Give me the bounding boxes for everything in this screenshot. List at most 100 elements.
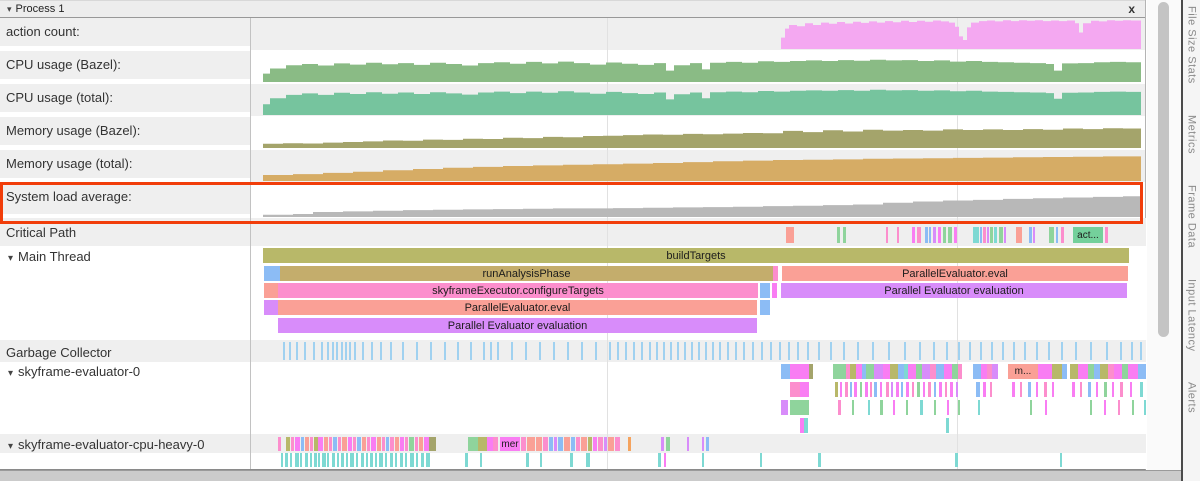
gc-event-tick[interactable]: [581, 342, 583, 360]
flame-bar[interactable]: [350, 453, 354, 467]
flame-bar[interactable]: [706, 437, 709, 451]
flame-bar[interactable]: [385, 453, 387, 467]
gc-event-tick[interactable]: [345, 342, 347, 360]
flame-bar[interactable]: [543, 437, 548, 451]
flame-bar[interactable]: [1096, 382, 1098, 397]
gc-event-tick[interactable]: [705, 342, 707, 360]
gc-event-tick[interactable]: [633, 342, 635, 360]
flame-bar[interactable]: [295, 437, 300, 451]
gc-event-tick[interactable]: [511, 342, 513, 360]
flame-bar[interactable]: [917, 227, 921, 243]
flame-bar[interactable]: [1072, 382, 1075, 397]
track-chart-cpu-total[interactable]: [251, 84, 1145, 116]
flame-bar[interactable]: [870, 382, 872, 397]
flame-bar[interactable]: [361, 453, 364, 467]
flame-bar[interactable]: [478, 437, 487, 451]
gc-event-tick[interactable]: [609, 342, 611, 360]
flame-bar[interactable]: [576, 437, 580, 451]
flame-bar[interactable]: [978, 400, 980, 415]
flame-bar[interactable]: [295, 453, 299, 467]
flame-bar[interactable]: [493, 437, 498, 451]
collapse-triangle-icon[interactable]: ▾: [8, 368, 13, 379]
flame-bar[interactable]: [264, 283, 278, 298]
flame-bar[interactable]: [835, 382, 838, 397]
gc-event-tick[interactable]: [872, 342, 874, 360]
flame-bar[interactable]: [890, 364, 898, 379]
counter-chart-cpu-bazel[interactable]: [251, 52, 1145, 82]
gc-event-tick[interactable]: [567, 342, 569, 360]
gc-event-tick[interactable]: [807, 342, 809, 360]
vertical-scrollbar-track[interactable]: [1147, 0, 1181, 470]
flame-bar[interactable]: [936, 364, 944, 379]
flame-bar[interactable]: [290, 453, 292, 467]
flame-bar[interactable]: [395, 453, 397, 467]
flame-bar[interactable]: [1061, 227, 1064, 243]
flame-bar[interactable]: [781, 400, 788, 415]
flame-bar[interactable]: [868, 400, 870, 415]
flame-bar[interactable]: [570, 453, 573, 467]
flame-bar[interactable]: [305, 453, 308, 467]
flame-bar[interactable]: [285, 453, 288, 467]
flame-bar[interactable]: [943, 227, 946, 243]
counter-chart-system-load[interactable]: [251, 184, 1145, 217]
flame-bar-parallel-evaluator-evaluation[interactable]: Parallel Evaluator evaluation: [781, 283, 1127, 298]
flame-bar[interactable]: [948, 227, 952, 243]
flame-bar[interactable]: [346, 453, 348, 467]
flame-bar[interactable]: [818, 453, 821, 467]
flame-bar[interactable]: [370, 453, 373, 467]
flame-bar[interactable]: [664, 453, 666, 467]
flame-bar[interactable]: [954, 227, 957, 243]
gc-event-tick[interactable]: [304, 342, 306, 360]
flame-bar[interactable]: [786, 227, 794, 243]
counter-chart-action-count[interactable]: [251, 19, 1145, 49]
flame-bar[interactable]: [1016, 227, 1022, 243]
flame-bar[interactable]: [906, 400, 908, 415]
flame-bar[interactable]: [886, 227, 888, 243]
flame-bar[interactable]: [912, 382, 914, 397]
gc-event-tick[interactable]: [991, 342, 993, 360]
flame-bar[interactable]: [549, 437, 553, 451]
track-label-main-thread[interactable]: ▾Main Thread: [0, 246, 250, 340]
gc-event-tick[interactable]: [430, 342, 432, 360]
flame-bar[interactable]: [990, 382, 992, 397]
flame-bar[interactable]: [400, 437, 404, 451]
flame-bar[interactable]: [850, 382, 852, 397]
flame-bar[interactable]: [390, 453, 393, 467]
tab-input-latency[interactable]: Input Latency: [1186, 279, 1198, 352]
flame-bar[interactable]: [415, 437, 418, 451]
counter-chart-mem-bazel[interactable]: [251, 118, 1145, 148]
flame-bar[interactable]: [840, 382, 842, 397]
collapse-triangle-icon[interactable]: ▾: [8, 253, 13, 264]
flame-bar[interactable]: [896, 382, 899, 397]
flame-bar[interactable]: [278, 437, 281, 451]
flame-bar[interactable]: [379, 453, 383, 467]
flame-bar[interactable]: [781, 364, 790, 379]
flame-bar[interactable]: [1078, 364, 1088, 379]
flame-bar-skyframeexecutor-configuretargets[interactable]: skyframeExecutor.configureTargets: [278, 283, 758, 298]
flame-bar[interactable]: [405, 437, 408, 451]
flame-bar[interactable]: [860, 382, 862, 397]
gc-event-tick[interactable]: [296, 342, 298, 360]
tab-frame-data[interactable]: Frame Data: [1186, 185, 1198, 248]
flame-bar[interactable]: [382, 437, 385, 451]
vertical-scrollbar-thumb[interactable]: [1158, 2, 1169, 337]
collapse-triangle-icon[interactable]: ▾: [8, 441, 13, 452]
gc-event-tick[interactable]: [380, 342, 382, 360]
gc-event-tick[interactable]: [919, 342, 921, 360]
track-label-skyframe-evaluator-0[interactable]: ▾skyframe-evaluator-0: [0, 362, 250, 434]
flame-bar[interactable]: [790, 382, 800, 397]
flame-bar[interactable]: [923, 382, 925, 397]
gc-event-tick[interactable]: [719, 342, 721, 360]
flame-bar[interactable]: [893, 400, 895, 415]
gc-event-tick[interactable]: [390, 342, 392, 360]
gc-event-tick[interactable]: [712, 342, 714, 360]
gc-event-tick[interactable]: [698, 342, 700, 360]
tab-file-size-stats[interactable]: File Size Stats: [1186, 6, 1198, 84]
flame-bar[interactable]: [976, 382, 980, 397]
flame-bar[interactable]: [1028, 382, 1031, 397]
flame-bar[interactable]: [390, 437, 394, 451]
flame-bar[interactable]: [615, 437, 620, 451]
gc-event-tick[interactable]: [336, 342, 338, 360]
flame-bar[interactable]: [310, 453, 312, 467]
flame-bar-parallel-evaluator-evaluation[interactable]: Parallel Evaluator evaluation: [278, 318, 757, 333]
